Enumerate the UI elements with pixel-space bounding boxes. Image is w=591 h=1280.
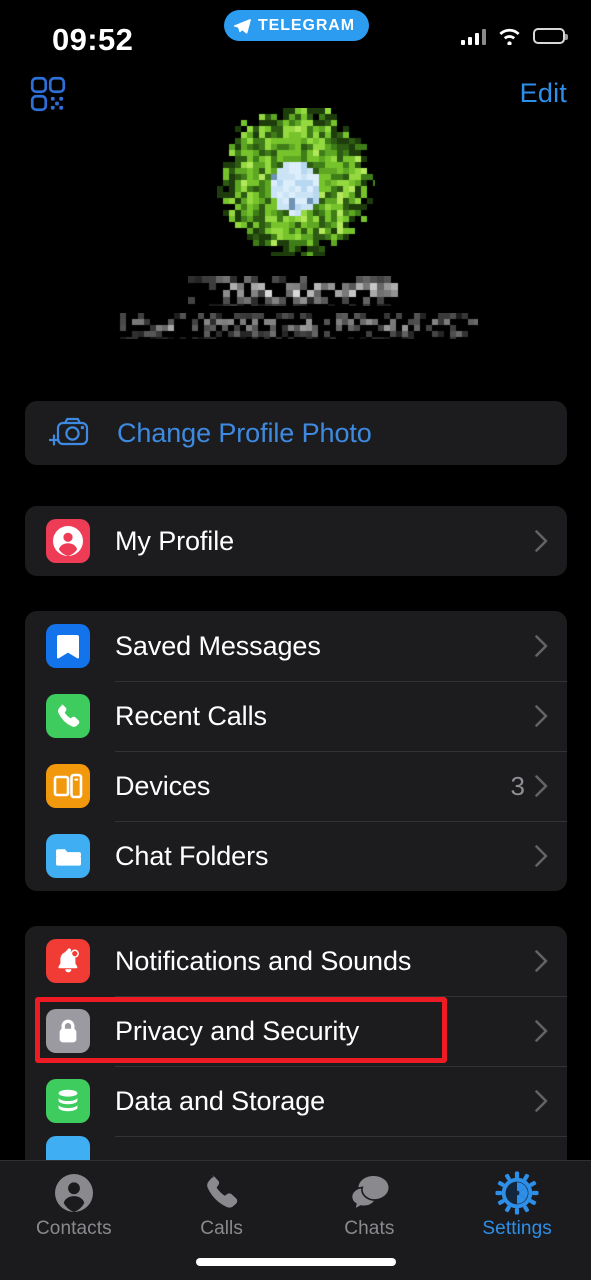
row-label-my-profile: My Profile <box>115 525 235 556</box>
row-data-and-storage[interactable]: Data and Storage <box>25 1066 567 1136</box>
tab-contacts[interactable]: Contacts <box>0 1161 148 1245</box>
change-photo-card: Change Profile Photo <box>25 401 567 465</box>
row-label-change-profile-photo: Change Profile Photo <box>117 417 372 448</box>
appearance-icon <box>46 1136 90 1160</box>
tab-label-settings: Settings <box>482 1218 552 1239</box>
tab-label-chats: Chats <box>344 1218 395 1239</box>
devices-icon <box>46 764 90 808</box>
tab-calls[interactable]: Calls <box>148 1161 296 1245</box>
profile-subtitle <box>0 313 591 339</box>
row-devices[interactable]: Devices 3 <box>25 751 567 821</box>
chevron-right-icon <box>535 1020 548 1042</box>
contacts-person-icon <box>53 1171 95 1215</box>
tab-chats[interactable]: Chats <box>296 1161 444 1245</box>
chevron-right-icon <box>535 775 548 797</box>
bell-icon <box>46 939 90 983</box>
status-bar: 09:52 TELEGRAM <box>0 0 591 64</box>
gear-icon <box>495 1171 539 1215</box>
chevron-right-icon <box>535 1090 548 1112</box>
chevron-right-icon <box>535 845 548 867</box>
row-privacy-and-security[interactable]: Privacy and Security <box>25 996 567 1066</box>
row-notifications-and-sounds[interactable]: Notifications and Sounds <box>25 926 567 996</box>
privacy-settings-card: Notifications and Sounds Privacy and Sec… <box>25 926 567 1160</box>
row-label-chat-folders: Chat Folders <box>115 840 269 871</box>
qr-code-icon[interactable] <box>30 76 66 112</box>
folder-icon <box>46 834 90 878</box>
database-icon <box>46 1079 90 1123</box>
row-label-devices: Devices <box>115 770 211 801</box>
avatar[interactable] <box>216 108 375 256</box>
row-saved-messages[interactable]: Saved Messages <box>25 611 567 681</box>
tab-label-calls: Calls <box>200 1218 243 1239</box>
telegram-settings-screen: 09:52 TELEGRAM Edit Change Profile Photo… <box>0 0 591 1280</box>
row-appearance-partial[interactable] <box>25 1136 567 1160</box>
main-settings-card: Saved Messages Recent Calls Devices 3 Ch… <box>25 611 567 891</box>
profile-header <box>0 108 591 339</box>
phone-icon <box>46 694 90 738</box>
bookmark-icon <box>46 624 90 668</box>
row-chat-folders[interactable]: Chat Folders <box>25 821 567 891</box>
row-label-data-and-storage: Data and Storage <box>115 1085 326 1116</box>
chevron-right-icon <box>535 635 548 657</box>
edit-button[interactable]: Edit <box>520 78 567 109</box>
status-bar-clock: 09:52 <box>52 22 134 57</box>
battery-low-icon <box>533 27 568 44</box>
chevron-right-icon <box>535 950 548 972</box>
row-label-notifications-and-sounds: Notifications and Sounds <box>115 945 412 976</box>
phone-handset-icon <box>203 1171 241 1215</box>
cellular-signal-icon <box>461 27 486 45</box>
telegram-pill-label: TELEGRAM <box>258 16 355 34</box>
row-value-devices: 3 <box>510 770 525 801</box>
telegram-app-indicator-pill[interactable]: TELEGRAM <box>224 10 369 41</box>
tab-bar: Contacts Calls Chats Settings <box>0 1160 591 1280</box>
chevron-right-icon <box>535 530 548 552</box>
row-label-saved-messages: Saved Messages <box>115 630 321 661</box>
row-label-recent-calls: Recent Calls <box>115 700 267 731</box>
lock-icon <box>46 1009 90 1053</box>
chat-bubbles-icon <box>347 1171 391 1215</box>
tab-settings[interactable]: Settings <box>443 1161 591 1245</box>
telegram-plane-icon <box>233 18 251 34</box>
row-my-profile[interactable]: My Profile <box>25 506 567 576</box>
profile-name <box>0 276 591 306</box>
chevron-right-icon <box>535 705 548 727</box>
person-circle-icon <box>46 519 90 563</box>
my-profile-card: My Profile <box>25 506 567 576</box>
row-change-profile-photo[interactable]: Change Profile Photo <box>25 401 567 465</box>
row-recent-calls[interactable]: Recent Calls <box>25 681 567 751</box>
tab-label-contacts: Contacts <box>35 1218 112 1239</box>
wifi-icon <box>499 28 520 45</box>
status-bar-indicators <box>461 26 568 45</box>
camera-plus-icon <box>49 417 89 446</box>
row-label-privacy-and-security: Privacy and Security <box>115 1015 360 1046</box>
home-indicator <box>195 1258 396 1266</box>
